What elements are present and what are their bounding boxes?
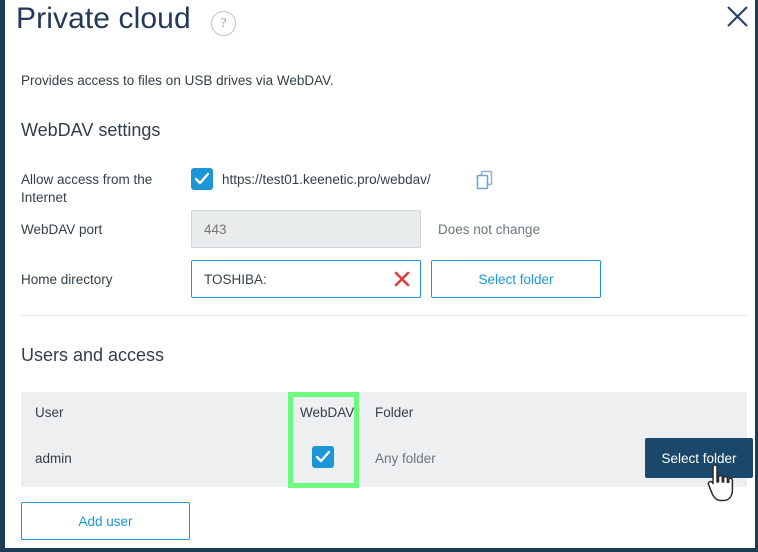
table-cell-folder: Any folder bbox=[375, 451, 436, 466]
home-directory-field bbox=[191, 260, 421, 298]
add-user-button[interactable]: Add user bbox=[21, 502, 190, 540]
allow-access-label: Allow access from the Internet bbox=[21, 172, 153, 205]
close-icon[interactable] bbox=[722, 2, 752, 32]
home-directory-input[interactable] bbox=[192, 261, 388, 297]
section-heading-users: Users and access bbox=[21, 345, 165, 365]
select-folder-button-home-directory[interactable]: Select folder bbox=[431, 260, 601, 298]
page-title: Private cloud bbox=[16, 2, 191, 35]
webdav-port-hint: Does not change bbox=[438, 222, 541, 237]
table-header-webdav: WebDAV bbox=[300, 405, 355, 420]
private-cloud-dialog: Private cloud ? Provides access to files… bbox=[0, 0, 758, 552]
allow-access-checkbox[interactable] bbox=[191, 168, 213, 190]
webdav-url-text: https://test01.keenetic.pro/webdav/ bbox=[222, 172, 431, 187]
webdav-row-checkbox[interactable] bbox=[312, 446, 334, 468]
question-mark-circle-icon[interactable]: ? bbox=[211, 11, 236, 36]
table-header-user: User bbox=[35, 405, 64, 420]
copy-icon[interactable] bbox=[476, 170, 494, 190]
table-cell-user: admin bbox=[35, 451, 72, 466]
home-directory-label: Home directory bbox=[21, 272, 113, 287]
users-table: User WebDAV Folder admin Any folder bbox=[21, 392, 747, 487]
section-heading-webdav: WebDAV settings bbox=[21, 120, 161, 140]
close-x-icon[interactable] bbox=[392, 269, 412, 289]
dialog-description: Provides access to files on USB drives v… bbox=[21, 73, 334, 88]
select-folder-button-row[interactable]: Select folder bbox=[645, 438, 753, 478]
table-header-folder: Folder bbox=[375, 405, 414, 420]
section-divider bbox=[21, 315, 747, 316]
webdav-port-label: WebDAV port bbox=[21, 222, 103, 237]
webdav-port-input[interactable] bbox=[191, 210, 421, 248]
